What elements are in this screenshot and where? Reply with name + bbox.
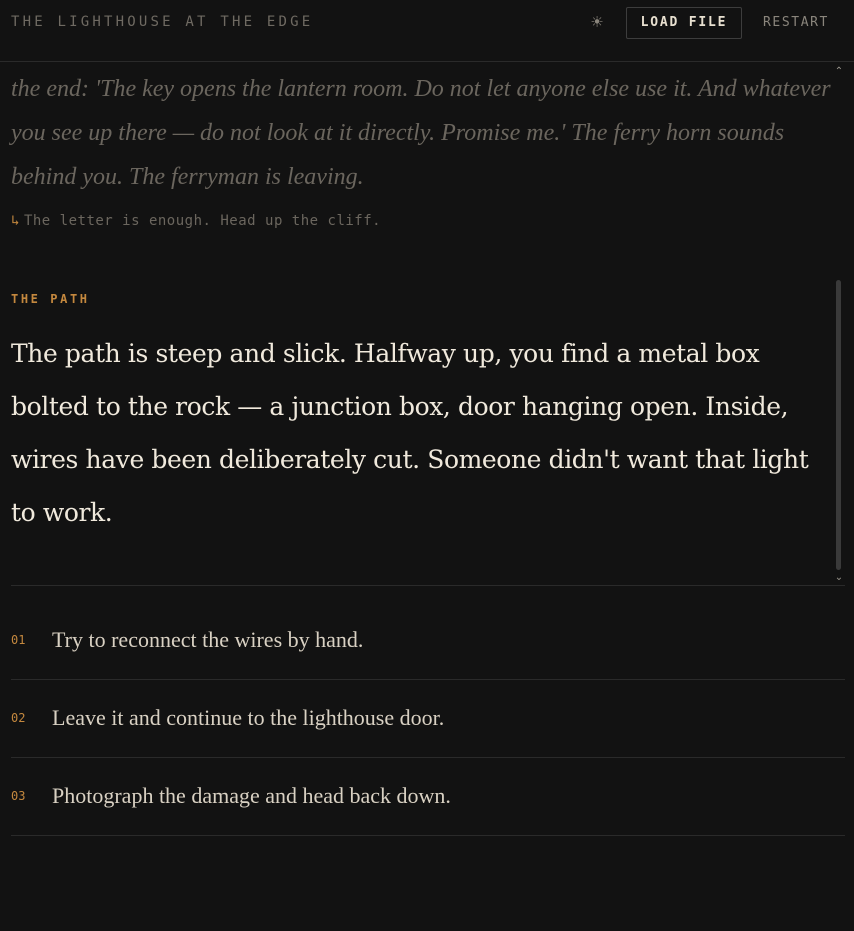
restart-button[interactable]: RESTART [763,15,829,30]
choice-list: 01 Try to reconnect the wires by hand. 0… [11,602,845,836]
load-file-button[interactable]: LOAD FILE [626,7,742,39]
top-bar: THE LIGHTHOUSE AT THE EDGE ☀ LOAD FILE R… [0,0,854,62]
section-label: THE PATH [11,292,90,306]
return-arrow-icon: ↳ [11,213,20,229]
scroll-up-icon[interactable]: ⌃ [832,65,846,79]
choice-text: Try to reconnect the wires by hand. [52,627,364,652]
current-passage: The path is steep and slick. Halfway up,… [11,339,809,527]
choice-item[interactable]: 02 Leave it and continue to the lighthou… [11,680,845,758]
choice-item[interactable]: 03 Photograph the damage and head back d… [11,758,845,836]
choice-number: 01 [11,633,26,647]
choice-item[interactable]: 01 Try to reconnect the wires by hand. [11,602,845,680]
scrollbar[interactable]: ⌃ ⌄ [832,63,846,585]
game-title: THE LIGHTHOUSE AT THE EDGE [11,14,314,30]
divider [11,585,845,586]
choice-text: Leave it and continue to the lighthouse … [52,705,445,730]
previous-choice-text: The letter is enough. Head up the cliff. [23,213,382,229]
choice-number: 03 [11,789,26,803]
previous-choice: ↳ The letter is enough. Head up the cliff… [11,213,381,229]
story-scroll-area[interactable]: the end: 'The key opens the lantern room… [0,63,854,585]
choice-number: 02 [11,711,26,725]
previous-passage: the end: 'The key opens the lantern room… [11,76,831,190]
sun-icon[interactable]: ☀ [586,11,608,33]
choice-text: Photograph the damage and head back down… [52,783,451,808]
scroll-down-icon[interactable]: ⌄ [832,571,846,585]
scroll-thumb[interactable] [836,280,841,570]
